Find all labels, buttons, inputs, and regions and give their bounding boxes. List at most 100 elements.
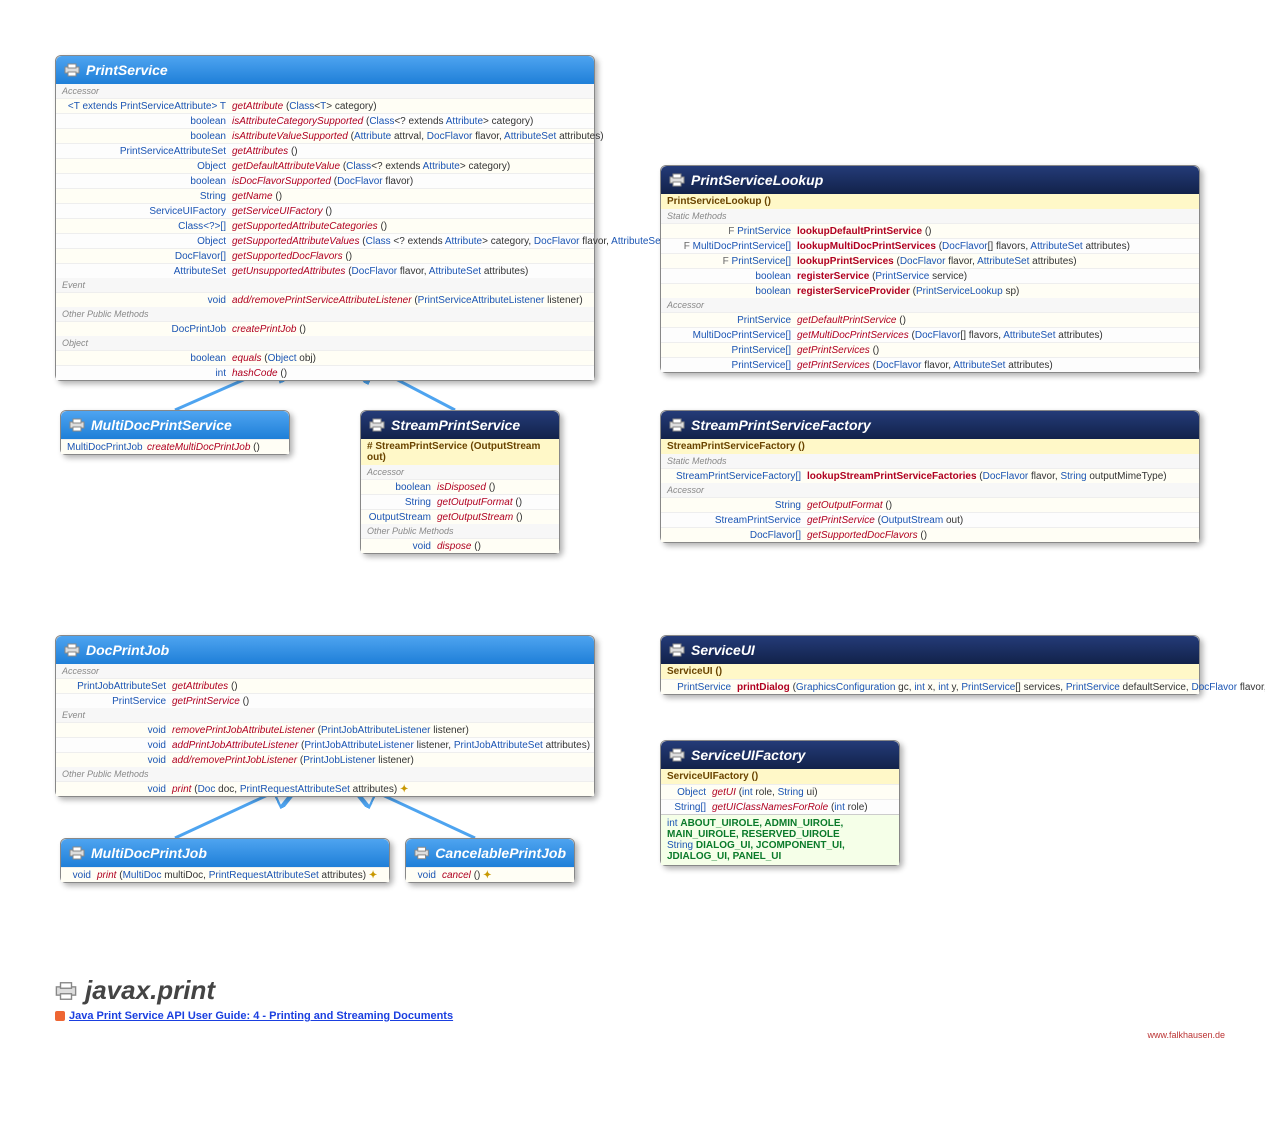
method-row[interactable]: void print (Doc doc, PrintRequestAttribu… [56, 781, 594, 796]
docprintjob-header[interactable]: DocPrintJob [56, 636, 594, 664]
streamprintservicefactory-box: StreamPrintServiceFactory StreamPrintSer… [660, 410, 1200, 543]
method-row[interactable]: void addPrintJobAttributeListener (Print… [56, 737, 594, 752]
method-row[interactable]: void dispose () [361, 538, 559, 553]
serviceui-box: ServiceUI ServiceUI () PrintService prin… [660, 635, 1200, 695]
class-title: MultiDocPrintService [91, 417, 232, 433]
multidocprintjob-box: MultiDocPrintJob void print (MultiDoc mu… [60, 838, 390, 883]
method-row[interactable]: PrintService[] getPrintServices () [661, 342, 1199, 357]
printservice-header[interactable]: PrintService [56, 56, 594, 84]
method-row[interactable]: String getOutputFormat () [361, 494, 559, 509]
method-row[interactable]: void add/removePrintJobListener (PrintJo… [56, 752, 594, 767]
method-row[interactable]: int hashCode () [56, 365, 594, 380]
constructor: # StreamPrintService (OutputStream out) [361, 439, 559, 465]
diagram: PrintService Accessor <T extends PrintSe… [20, 20, 1245, 1102]
method-row[interactable]: PrintService[] getPrintServices (DocFlav… [661, 357, 1199, 372]
class-title: PrintService [86, 62, 168, 78]
rows: PrintService printDialog (GraphicsConfig… [661, 679, 1199, 694]
printer-icon [414, 846, 429, 860]
class-title: CancelablePrintJob [435, 845, 566, 861]
section-label: Event [56, 278, 594, 292]
link-icon [55, 1011, 65, 1021]
section-label: Accessor [661, 298, 1199, 312]
method-row[interactable]: boolean equals (Object obj) [56, 350, 594, 365]
class-title: PrintServiceLookup [691, 172, 823, 188]
cancelableprintjob-box: CancelablePrintJob void cancel () ✦ [405, 838, 575, 883]
method-row[interactable]: boolean isAttributeCategorySupported (Cl… [56, 113, 594, 128]
method-row[interactable]: PrintService printDialog (GraphicsConfig… [661, 679, 1199, 694]
method-row[interactable]: MultiDocPrintService[] getMultiDocPrintS… [661, 327, 1199, 342]
method-row[interactable]: PrintJobAttributeSet getAttributes () [56, 678, 594, 693]
package-name: javax.print [85, 975, 215, 1006]
method-row[interactable]: String getName () [56, 188, 594, 203]
class-title: StreamPrintService [391, 417, 520, 433]
section: Accessor PrintJobAttributeSet getAttribu… [56, 664, 594, 796]
docprintjob-box: DocPrintJob Accessor PrintJobAttributeSe… [55, 635, 595, 797]
streamprintservice-box: StreamPrintService # StreamPrintService … [360, 410, 560, 554]
method-row[interactable]: void print (MultiDoc multiDoc, PrintRequ… [61, 867, 389, 882]
printer-icon [64, 643, 80, 657]
method-row[interactable]: Object getUI (int role, String ui) [661, 784, 899, 799]
method-row[interactable]: F PrintService[] lookupPrintServices (Do… [661, 253, 1199, 268]
multidocprintservice-box: MultiDocPrintService MultiDocPrintJob cr… [60, 410, 290, 455]
cancelableprintjob-header[interactable]: CancelablePrintJob [406, 839, 574, 867]
section-label: Accessor [361, 465, 559, 479]
method-row[interactable]: void removePrintJobAttributeListener (Pr… [56, 722, 594, 737]
class-title: DocPrintJob [86, 642, 169, 658]
section-label: Other Public Methods [361, 524, 559, 538]
method-row[interactable]: F PrintService lookupDefaultPrintService… [661, 223, 1199, 238]
printer-icon [69, 418, 85, 432]
method-row[interactable]: F MultiDocPrintService[] lookupMultiDocP… [661, 238, 1199, 253]
printer-icon [669, 418, 685, 432]
method-row[interactable]: String getOutputFormat () [661, 497, 1199, 512]
doc-link[interactable]: Java Print Service API User Guide: 4 - P… [55, 1010, 453, 1022]
printer-icon [669, 173, 685, 187]
section: Static Methods F PrintService lookupDefa… [661, 209, 1199, 372]
streamprintservice-header[interactable]: StreamPrintService [361, 411, 559, 439]
method-row[interactable]: Object getDefaultAttributeValue (Class<?… [56, 158, 594, 173]
package-title: javax.print [55, 975, 215, 1006]
streamprintservicefactory-header[interactable]: StreamPrintServiceFactory [661, 411, 1199, 439]
method-row[interactable]: DocPrintJob createPrintJob () [56, 321, 594, 336]
printer-icon [55, 981, 77, 1001]
serviceui-header[interactable]: ServiceUI [661, 636, 1199, 664]
method-row[interactable]: void add/removePrintServiceAttributeList… [56, 292, 594, 307]
multidocprintservice-header[interactable]: MultiDocPrintService [61, 411, 289, 439]
method-row[interactable]: PrintService getDefaultPrintService () [661, 312, 1199, 327]
class-title: MultiDocPrintJob [91, 845, 207, 861]
method-row[interactable]: <T extends PrintServiceAttribute> T getA… [56, 98, 594, 113]
method-row[interactable]: StreamPrintServiceFactory[] lookupStream… [661, 468, 1199, 483]
method-row[interactable]: DocFlavor[] getSupportedDocFlavors () [661, 527, 1199, 542]
method-row[interactable]: boolean registerServiceProvider (PrintSe… [661, 283, 1199, 298]
section-label: Other Public Methods [56, 767, 594, 781]
method-row[interactable]: Object getSupportedAttributeValues (Clas… [56, 233, 594, 248]
method-row[interactable]: boolean isDisposed () [361, 479, 559, 494]
method-row[interactable]: AttributeSet getUnsupportedAttributes (D… [56, 263, 594, 278]
printer-icon [669, 748, 685, 762]
printservicelookup-box: PrintServiceLookup PrintServiceLookup ()… [660, 165, 1200, 373]
method-row[interactable]: boolean isAttributeValueSupported (Attri… [56, 128, 594, 143]
method-row[interactable]: MultiDocPrintJob createMultiDocPrintJob … [61, 439, 289, 454]
method-row[interactable]: PrintService getPrintService () [56, 693, 594, 708]
method-row[interactable]: PrintServiceAttributeSet getAttributes (… [56, 143, 594, 158]
section-label: Accessor [56, 84, 594, 98]
section-label: Static Methods [661, 454, 1199, 468]
method-row[interactable]: boolean isDocFlavorSupported (DocFlavor … [56, 173, 594, 188]
rows: MultiDocPrintJob createMultiDocPrintJob … [61, 439, 289, 454]
method-row[interactable]: void cancel () ✦ [406, 867, 574, 882]
method-row[interactable]: ServiceUIFactory getServiceUIFactory () [56, 203, 594, 218]
method-row[interactable]: String[] getUIClassNamesForRole (int rol… [661, 799, 899, 814]
method-row[interactable]: Class<?>[] getSupportedAttributeCategori… [56, 218, 594, 233]
method-row[interactable]: boolean registerService (PrintService se… [661, 268, 1199, 283]
printer-icon [69, 846, 85, 860]
credit[interactable]: www.falkhausen.de [1147, 1030, 1225, 1040]
serviceuifactory-header[interactable]: ServiceUIFactory [661, 741, 899, 769]
section-label: Event [56, 708, 594, 722]
section-label: Object [56, 336, 594, 350]
method-row[interactable]: OutputStream getOutputStream () [361, 509, 559, 524]
multidocprintjob-header[interactable]: MultiDocPrintJob [61, 839, 389, 867]
method-row[interactable]: StreamPrintService getPrintService (Outp… [661, 512, 1199, 527]
printservice-box: PrintService Accessor <T extends PrintSe… [55, 55, 595, 381]
printer-icon [369, 418, 385, 432]
method-row[interactable]: DocFlavor[] getSupportedDocFlavors () [56, 248, 594, 263]
printservicelookup-header[interactable]: PrintServiceLookup [661, 166, 1199, 194]
